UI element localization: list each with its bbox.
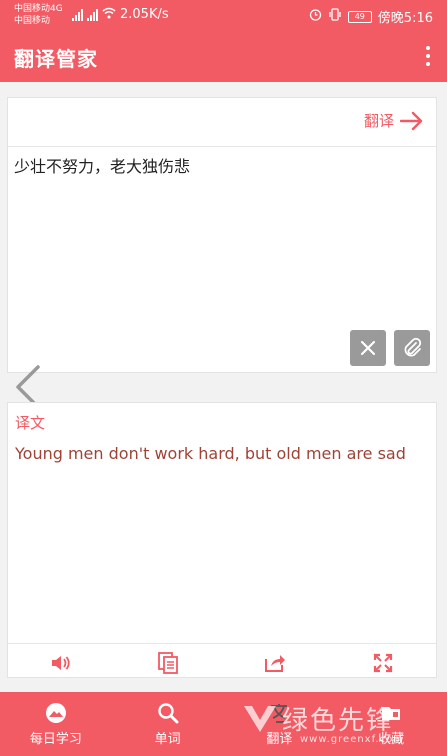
output-label: 译文 [15, 414, 46, 432]
attach-button[interactable] [394, 330, 430, 366]
speaker-icon [52, 656, 70, 670]
nav-item-favorites[interactable]: 收藏 [335, 692, 447, 756]
paperclip-icon [404, 337, 422, 357]
nav-item-words[interactable]: 单词 [112, 692, 224, 756]
bottom-nav: 每日学习 单词 翻译 收藏 [0, 692, 447, 756]
clock: 傍晚5:16 [377, 11, 433, 26]
carrier-1: 中国移动4G [14, 4, 63, 14]
nav-label: 单词 [154, 731, 181, 747]
vibrate-icon [328, 8, 342, 25]
translation-text: Young men don't work hard, but old men a… [15, 444, 406, 463]
nav-label: 翻译 [266, 731, 293, 747]
output-card: 译文 Young men don't work hard, but old me… [7, 402, 437, 678]
divider [8, 146, 436, 147]
app-bar: 翻译管家 [0, 32, 447, 82]
close-icon [360, 340, 376, 356]
nav-label: 每日学习 [29, 731, 82, 747]
fullscreen-button[interactable] [370, 651, 396, 675]
translate-label: 翻译 [363, 112, 394, 130]
translate-icon [271, 703, 288, 723]
more-vertical-icon[interactable] [425, 46, 431, 66]
input-card: 翻译 [7, 97, 437, 373]
alarm-icon [309, 8, 322, 25]
signal-icon [87, 8, 98, 21]
speak-button[interactable] [48, 651, 74, 675]
battery-icon: 49 [347, 10, 372, 23]
nav-item-daily-study[interactable]: 每日学习 [0, 692, 112, 756]
copy-button[interactable] [155, 651, 181, 675]
share-icon [265, 655, 285, 672]
app-title: 翻译管家 [14, 47, 98, 71]
source-text-input[interactable] [14, 156, 429, 174]
nav-item-translate[interactable]: 翻译 [224, 692, 336, 756]
search-icon [157, 702, 179, 723]
landscape-icon [45, 702, 66, 723]
nav-label: 收藏 [378, 731, 405, 747]
share-button[interactable] [262, 651, 288, 675]
status-bar: 中国移动4G 中国移动 2.05K/s 49 傍晚5:16 [0, 0, 447, 32]
signal-icon [72, 8, 83, 21]
clear-button[interactable] [350, 330, 386, 366]
translate-button[interactable]: 翻译 [364, 110, 424, 131]
network-info: 2.05K/s [72, 7, 169, 22]
network-speed: 2.05K/s [120, 7, 169, 22]
carrier-2: 中国移动 [14, 16, 51, 26]
arrow-right-icon [400, 111, 423, 130]
carrier-info: 中国移动4G 中国移动 [14, 3, 63, 27]
folder-icon [382, 706, 401, 720]
status-right: 49 傍晚5:16 [309, 7, 433, 26]
copy-icon [158, 652, 178, 674]
wifi-icon [102, 7, 116, 22]
divider [8, 643, 436, 644]
fullscreen-icon [373, 653, 393, 673]
